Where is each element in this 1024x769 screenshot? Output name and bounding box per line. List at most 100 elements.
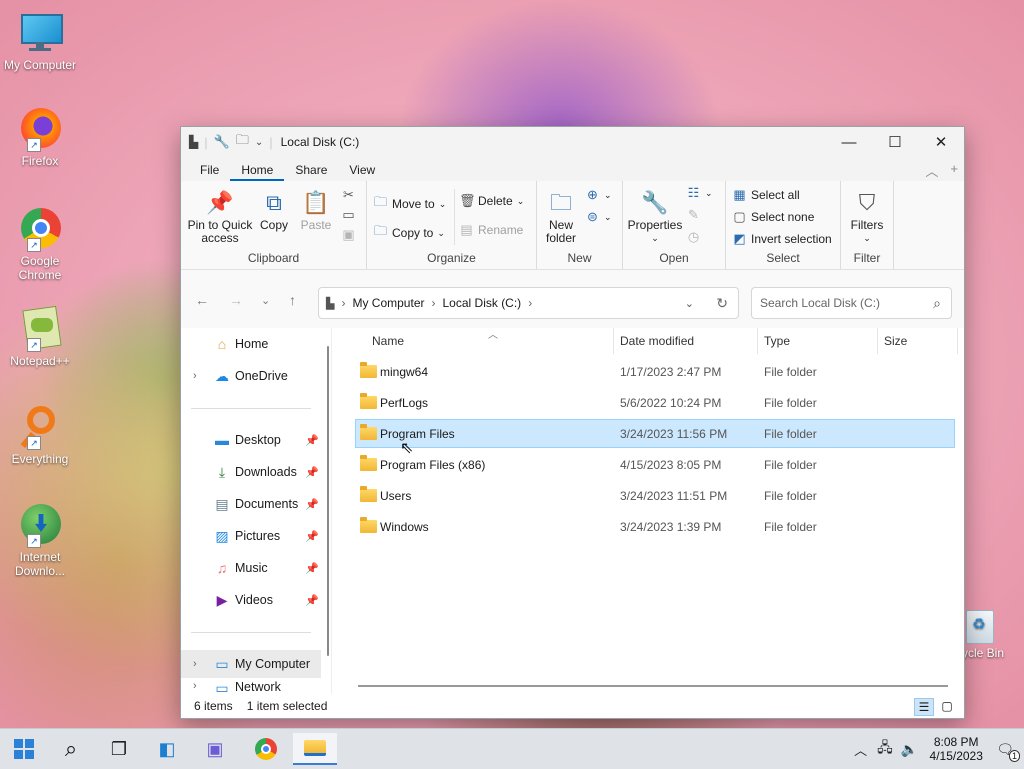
paste-button[interactable]: 📋 Paste	[298, 189, 334, 232]
collapse-ribbon-icon[interactable]: ︿	[925, 161, 938, 180]
folder-icon	[360, 517, 377, 533]
file-row-program-files-x86[interactable]: Program Files (x86) 4/15/2023 8:05 PM Fi…	[356, 451, 954, 478]
chat-button[interactable]: ▣	[193, 733, 237, 765]
select-none-icon: ▢	[733, 209, 746, 224]
expand-chevron-icon[interactable]: ›	[193, 370, 197, 382]
file-row-program-files[interactable]: Program Files 3/24/2023 11:56 PM File fo…	[355, 419, 955, 448]
help-plus-icon[interactable]: +	[950, 161, 958, 180]
maximize-button[interactable]: ☐	[872, 127, 918, 157]
file-row-mingw64[interactable]: mingw64 1/17/2023 2:47 PM File folder	[356, 358, 954, 385]
nav-item-onedrive[interactable]: › ☁ OneDrive	[181, 362, 321, 390]
monitor-icon: ▭	[215, 655, 229, 672]
breadcrumb-local-disk[interactable]: Local Disk (C:)	[443, 296, 522, 310]
widgets-button[interactable]: ◧	[145, 733, 189, 765]
volume-icon[interactable]: 🔈	[901, 741, 918, 758]
easy-access-button[interactable]: ⊜ ⌄	[585, 209, 612, 225]
paste-shortcut-button[interactable]: ▣	[341, 227, 356, 243]
new-folder-quick-icon[interactable]: 🗀	[236, 131, 249, 153]
refresh-icon[interactable]: ↻	[716, 295, 728, 312]
filters-button[interactable]: ⛉ Filters ⌄	[847, 189, 887, 245]
desktop-icon-chrome[interactable]: ↗ Google Chrome	[2, 206, 78, 282]
column-header-size[interactable]: Size	[884, 334, 907, 348]
copy-to-button[interactable]: 🗀 Copy to ⌄	[373, 222, 445, 244]
copy-path-button[interactable]: ▭	[341, 207, 356, 223]
details-view-icon[interactable]: ☰	[914, 698, 934, 716]
file-row-windows[interactable]: Windows 3/24/2023 1:39 PM File folder	[356, 513, 954, 540]
large-icons-view-icon[interactable]: ▢	[938, 698, 956, 714]
nav-item-network[interactable]: › ▭ Network	[181, 680, 321, 692]
file-row-perflogs[interactable]: PerfLogs 5/6/2022 10:24 PM File folder	[356, 389, 954, 416]
show-hidden-icons-chevron-icon[interactable]: ︿	[854, 740, 867, 759]
music-icon: ♫	[216, 560, 228, 576]
up-arrow-icon[interactable]: ↑	[289, 292, 296, 308]
expand-chevron-icon[interactable]: ›	[193, 680, 197, 692]
select-none-button[interactable]: ▢ Select none	[732, 209, 814, 225]
nav-item-videos[interactable]: ▶ Videos 📌	[181, 586, 321, 614]
file-row-users[interactable]: Users 3/24/2023 11:51 PM File folder	[356, 482, 954, 509]
copy-button[interactable]: ⧉ Copy	[257, 189, 291, 232]
nav-item-home[interactable]: ⌂ Home	[181, 330, 321, 358]
properties-quick-icon[interactable]: 🔧	[214, 134, 230, 150]
idm-icon: ↗	[17, 502, 63, 548]
address-bar[interactable]: ▙ › My Computer › Local Disk (C:) › ⌄ ↻	[318, 287, 739, 319]
task-view-button[interactable]: ❐	[97, 733, 141, 765]
column-header-name[interactable]: Name	[372, 334, 404, 348]
tab-share[interactable]: Share	[284, 163, 338, 181]
history-button[interactable]: ◷	[686, 229, 701, 245]
nav-item-desktop[interactable]: ▬ Desktop 📌	[181, 426, 321, 454]
file-explorer-taskbar-button[interactable]	[293, 733, 337, 765]
title-bar: ▙ | 🔧 🗀 ⌄ | Local Disk (C:) — ☐ ✕	[181, 127, 964, 157]
desktop-icon-recycle-bin[interactable]: ♻ ycle Bin	[956, 606, 1024, 660]
nav-item-music[interactable]: ♫ Music 📌	[181, 554, 321, 582]
cut-button[interactable]: ✂	[341, 187, 356, 203]
desktop-icon-my-computer[interactable]: My Computer	[2, 10, 78, 72]
funnel-icon: ⛉	[858, 190, 876, 215]
chat-icon: ▣	[206, 738, 224, 759]
rename-button[interactable]: ▤ Rename	[459, 222, 523, 238]
horizontal-scrollbar[interactable]	[358, 685, 948, 687]
customize-quick-access-chevron-icon[interactable]: ⌄	[255, 137, 263, 148]
nav-item-downloads[interactable]: ⤓ Downloads 📌	[181, 458, 321, 486]
select-all-button[interactable]: ▦ Select all	[732, 187, 799, 203]
desktop-icon-notepadpp[interactable]: ↗ Notepad++	[2, 305, 78, 368]
recent-locations-chevron-icon[interactable]: ⌄	[261, 294, 270, 307]
expand-chevron-icon[interactable]: ›	[193, 658, 197, 670]
column-header-date-modified[interactable]: Date modified	[620, 334, 694, 348]
tab-home[interactable]: Home	[230, 163, 285, 181]
tab-file[interactable]: File	[189, 163, 230, 181]
notification-icon[interactable]: 🗨 1	[996, 741, 1020, 762]
invert-selection-button[interactable]: ◩ Invert selection	[732, 231, 831, 247]
desktop-icon-firefox[interactable]: ↗ Firefox	[2, 106, 78, 168]
minimize-button[interactable]: —	[826, 127, 872, 157]
drive-icon: ▙	[326, 297, 335, 310]
forward-arrow-icon[interactable]: →	[229, 292, 243, 308]
ribbon: 📌 Pin to Quick access ⧉ Copy 📋 Paste ✂ ▭…	[181, 181, 964, 270]
new-folder-button[interactable]: 🗀 New folder	[543, 189, 579, 245]
properties-button[interactable]: 🔧 Properties ⌄	[627, 189, 683, 245]
column-header-type[interactable]: Type	[764, 334, 790, 348]
delete-button[interactable]: 🗑 Delete ⌄	[459, 193, 524, 209]
address-history-chevron-icon[interactable]: ⌄	[685, 297, 694, 310]
nav-item-pictures[interactable]: ▨ Pictures 📌	[181, 522, 321, 550]
edit-button[interactable]: ✎	[686, 207, 701, 223]
close-button[interactable]: ✕	[918, 127, 964, 157]
search-input[interactable]: Search Local Disk (C:) ⌕	[751, 287, 952, 319]
start-button[interactable]	[2, 733, 46, 765]
nav-item-documents[interactable]: ▤ Documents 📌	[181, 490, 321, 518]
nav-pane-scrollbar[interactable]	[327, 346, 329, 656]
pin-icon: 📌	[305, 530, 319, 543]
nav-item-my-computer[interactable]: › ▭ My Computer	[181, 650, 321, 678]
chrome-taskbar-button[interactable]	[244, 733, 288, 765]
desktop-icon-everything[interactable]: ↗ Everything	[2, 404, 78, 466]
new-item-button[interactable]: ⊕ ⌄	[585, 187, 612, 203]
tab-view[interactable]: View	[338, 163, 386, 181]
pin-to-quick-access-button[interactable]: 📌 Pin to Quick access	[187, 189, 253, 245]
back-arrow-icon[interactable]: ←	[195, 292, 209, 308]
desktop-icon-idm[interactable]: ↗ Internet Downlo...	[2, 502, 78, 578]
open-button[interactable]: ☷ ⌄	[686, 185, 713, 201]
move-to-button[interactable]: 🗀 Move to ⌄	[373, 193, 446, 215]
clock[interactable]: 8:08 PM 4/15/2023	[922, 735, 990, 763]
search-taskbar-button[interactable]: ⌕	[49, 733, 93, 765]
network-tray-icon[interactable]: 🖧	[877, 737, 893, 761]
breadcrumb-my-computer[interactable]: My Computer	[352, 296, 424, 310]
